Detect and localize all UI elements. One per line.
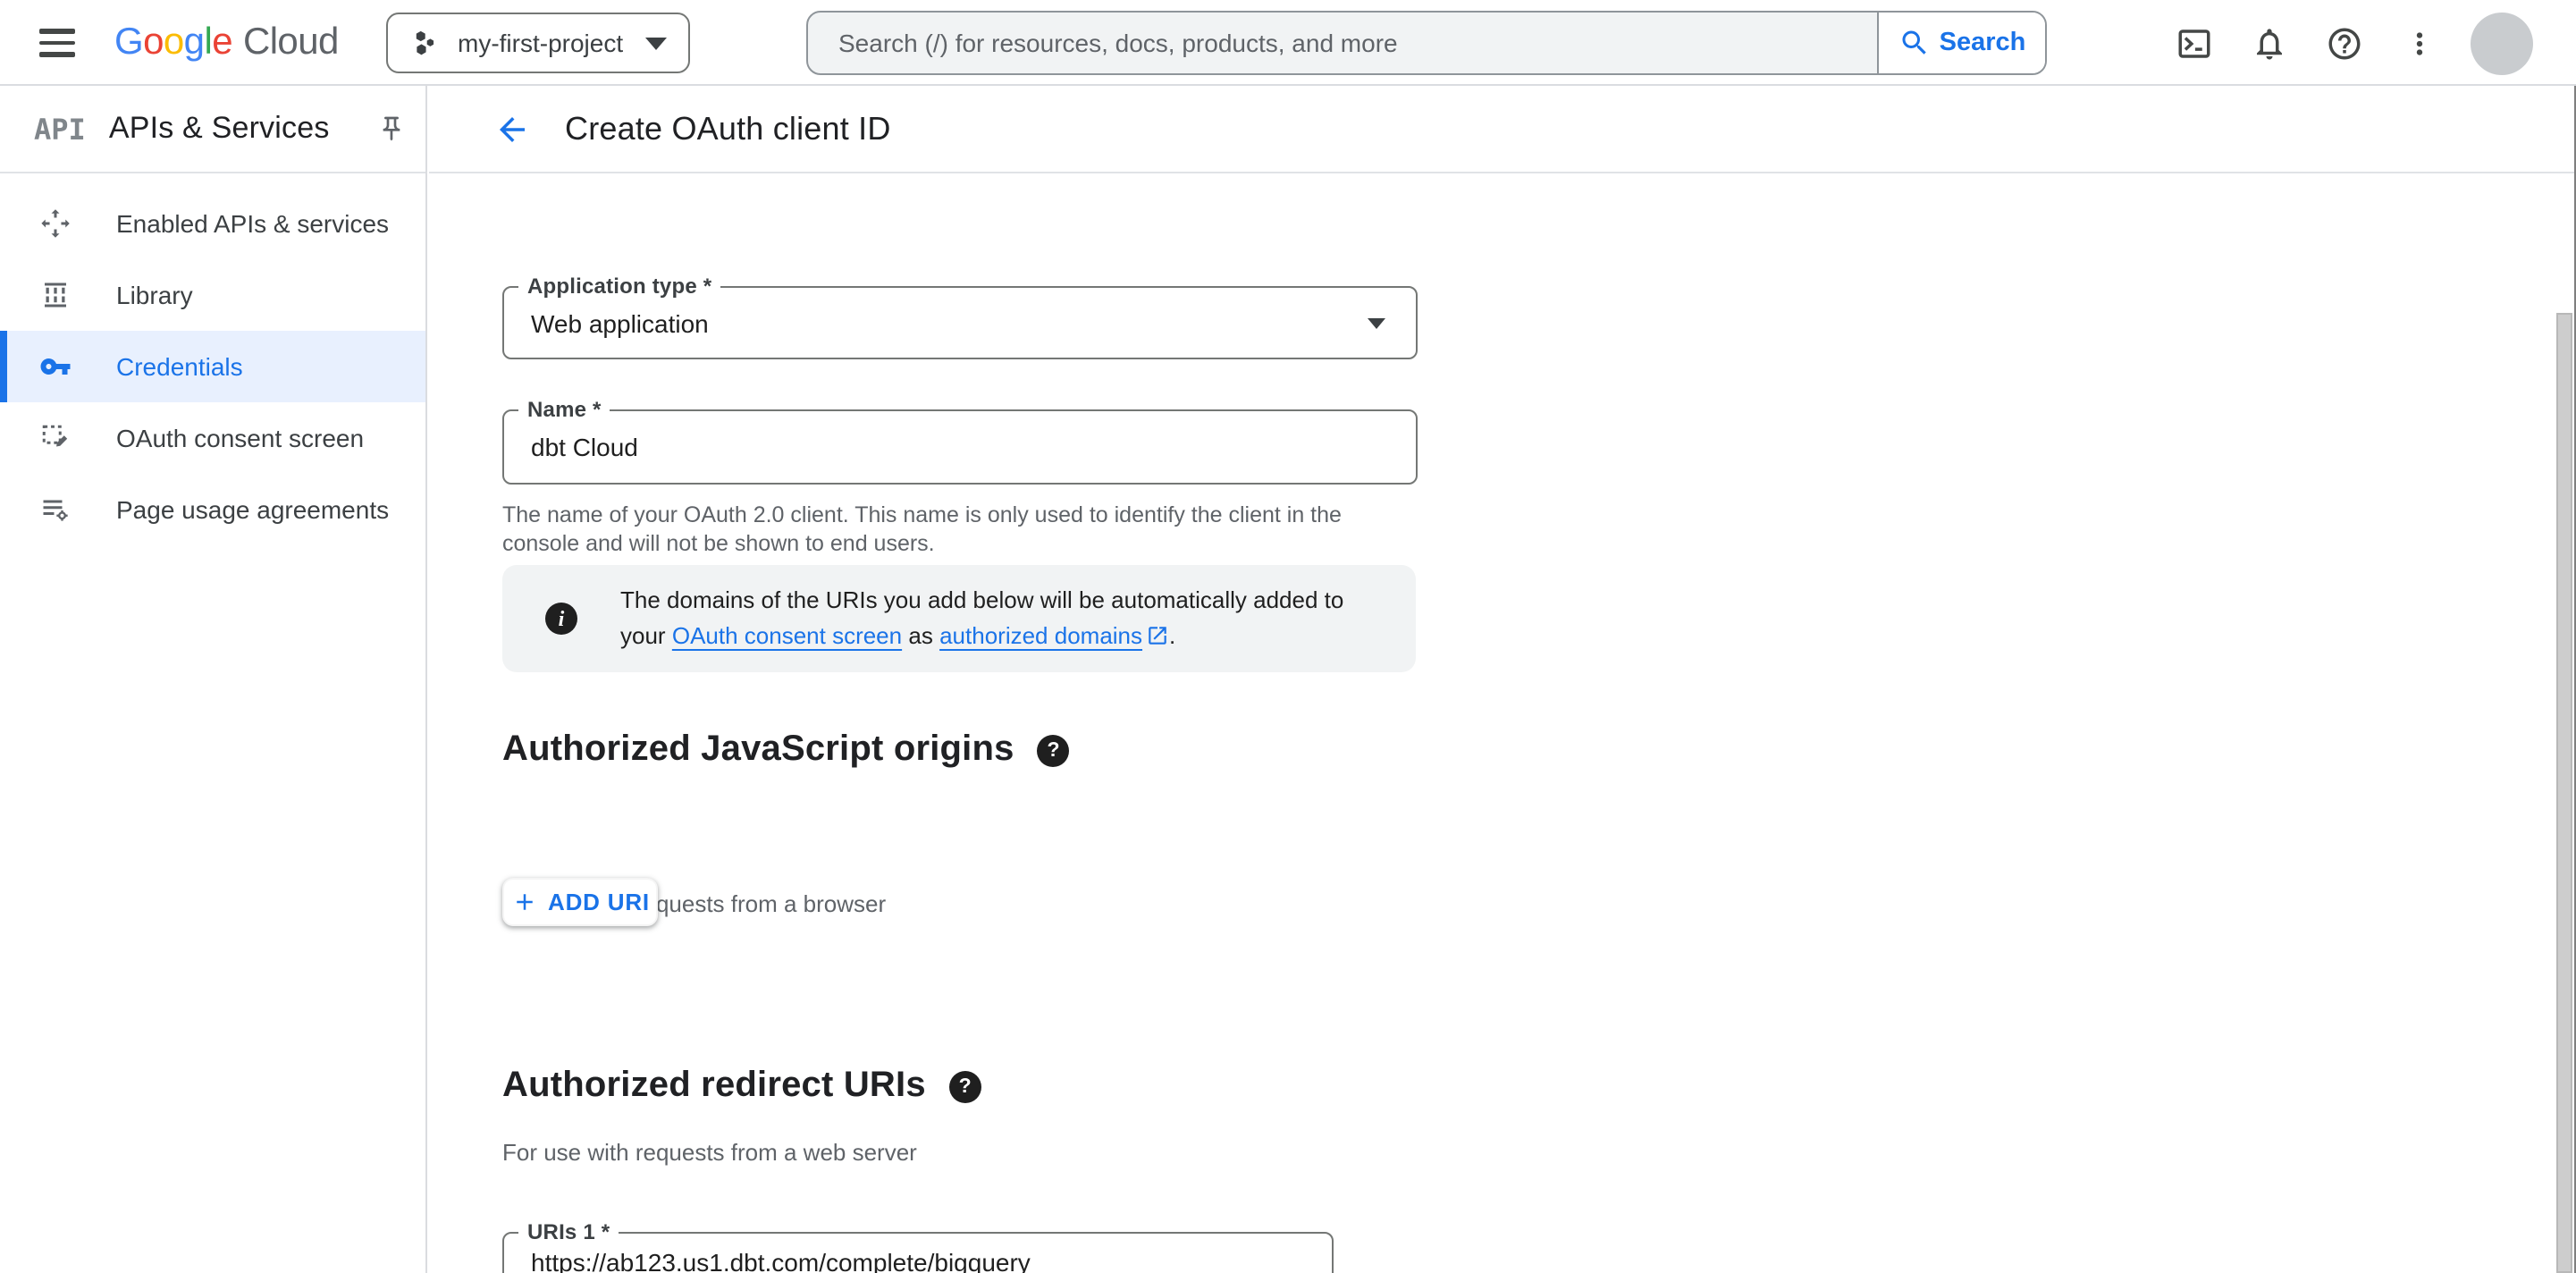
sidebar: API APIs & Services Enabled APIs & servi…: [0, 86, 427, 1273]
add-uri-button-js-origins[interactable]: ADD URI: [502, 878, 658, 926]
main-panel: Create OAuth client ID Application type …: [429, 86, 2576, 1273]
plus-icon: [516, 894, 532, 910]
top-bar: Google Cloud my-first-project Search: [0, 0, 2576, 86]
add-uri-label: ADD URI: [548, 889, 650, 915]
logo-letter: o: [143, 21, 164, 63]
info-line: as: [908, 622, 933, 649]
sidebar-nav: Enabled APIs & services Library Credenti…: [0, 188, 425, 545]
arrow-back-icon: [499, 116, 524, 141]
project-hexagons-icon: [416, 30, 434, 55]
sidebar-item-page-usage[interactable]: Page usage agreements: [0, 474, 425, 545]
terminal-icon: [2177, 29, 2210, 57]
google-cloud-logo[interactable]: Google Cloud: [114, 0, 339, 86]
sidebar-item-label: Enabled APIs & services: [116, 209, 390, 238]
library-icon: [39, 279, 72, 311]
cloud-shell-button[interactable]: [2156, 5, 2231, 80]
page-header: Create OAuth client ID: [429, 86, 2576, 173]
more-options-button[interactable]: [2381, 5, 2456, 80]
js-origins-heading-text: Authorized JavaScript origins: [502, 729, 1014, 769]
sidebar-item-label: Library: [116, 281, 193, 309]
js-origins-help-icon[interactable]: ?: [1037, 734, 1070, 766]
logo-cloud-text: Cloud: [242, 21, 339, 63]
bell-icon: [2256, 28, 2281, 59]
more-vert-icon: [2415, 31, 2422, 55]
helper-line: console and will not be shown to end use…: [502, 530, 935, 555]
global-search: Search: [806, 11, 2047, 75]
project-selector[interactable]: my-first-project: [386, 13, 690, 73]
logo-letter: g: [183, 21, 205, 63]
redirect-uri-field: URIs 1 *: [502, 1219, 1334, 1273]
logo-letter: e: [212, 21, 232, 63]
logo-letter: G: [114, 21, 144, 63]
sidebar-item-enabled-apis[interactable]: Enabled APIs & services: [0, 188, 425, 259]
oauth-consent-screen-link[interactable]: OAuth consent screen: [672, 622, 902, 649]
info-line: The domains of the URIs you add below wi…: [620, 586, 1344, 613]
authorized-domains-link[interactable]: authorized domains: [939, 622, 1169, 649]
chevron-down-icon: [645, 37, 667, 49]
info-line: .: [1169, 622, 1176, 649]
topbar-actions: [2156, 0, 2576, 86]
logo-letter: l: [204, 21, 213, 63]
helper-line: The name of your OAuth 2.0 client. This …: [502, 502, 1342, 527]
consent-screen-icon: [39, 422, 72, 454]
application-type-label: Application type *: [518, 274, 721, 299]
page-title: Create OAuth client ID: [565, 110, 891, 146]
search-icon: [1902, 30, 1926, 55]
project-name: my-first-project: [458, 29, 624, 57]
authorized-domains-link-label: authorized domains: [939, 622, 1143, 649]
api-product-logo: API: [34, 112, 86, 146]
redirect-uri-input[interactable]: [504, 1246, 1332, 1273]
logo-letter: o: [163, 21, 184, 63]
redirect-uris-help-icon[interactable]: ?: [948, 1070, 981, 1102]
redirect-uris-heading-text: Authorized redirect URIs: [502, 1066, 926, 1105]
application-type-value: Web application: [531, 308, 709, 337]
menu-icon[interactable]: [39, 25, 82, 61]
gcp-console-page: Google Cloud my-first-project Search (/)…: [0, 0, 2576, 1273]
application-type-select[interactable]: Application type * Web application: [502, 274, 1418, 359]
notifications-button[interactable]: [2231, 5, 2306, 80]
help-button[interactable]: [2306, 5, 2381, 80]
info-banner-text: The domains of the URIs you add below wi…: [620, 583, 1343, 654]
key-icon: [39, 350, 72, 383]
sidebar-item-label: Credentials: [116, 352, 243, 381]
sidebar-item-library[interactable]: Library: [0, 259, 425, 331]
enabled-apis-icon: [39, 207, 72, 240]
avatar[interactable]: [2471, 12, 2533, 74]
info-banner: i The domains of the URIs you add below …: [502, 565, 1416, 672]
agreements-icon: [39, 493, 72, 526]
external-link-icon: [1149, 627, 1166, 645]
client-name-input[interactable]: [504, 431, 1416, 463]
help-icon: [2328, 27, 2360, 59]
sidebar-item-oauth-consent[interactable]: OAuth consent screen: [0, 402, 425, 474]
info-line: your: [620, 622, 666, 649]
client-name-label: Name *: [518, 397, 610, 422]
sidebar-header: API APIs & Services: [0, 86, 425, 173]
back-button[interactable]: [492, 109, 531, 148]
info-icon: i: [545, 603, 577, 635]
client-name-helper: The name of your OAuth 2.0 client. This …: [502, 502, 1432, 558]
sidebar-item-credentials[interactable]: Credentials: [0, 331, 425, 402]
js-origins-heading: Authorized JavaScript origins ?: [502, 729, 1070, 771]
client-name-field: Name *: [502, 397, 1418, 485]
vertical-scrollbar-thumb[interactable]: [2556, 313, 2572, 1273]
redirect-uris-subtitle: For use with requests from a web server: [502, 1139, 917, 1166]
dropdown-caret-icon[interactable]: [1368, 317, 1385, 328]
search-button[interactable]: Search: [1877, 13, 2045, 73]
sidebar-item-label: Page usage agreements: [116, 495, 390, 524]
search-input[interactable]: [808, 29, 1877, 57]
sidebar-item-label: OAuth consent screen: [116, 424, 365, 452]
pin-icon[interactable]: [377, 114, 406, 152]
sidebar-title: APIs & Services: [108, 111, 330, 145]
search-button-label: Search: [1939, 29, 2026, 57]
redirect-uri-label: URIs 1 *: [518, 1219, 619, 1244]
redirect-uris-heading: Authorized redirect URIs ?: [502, 1066, 981, 1107]
